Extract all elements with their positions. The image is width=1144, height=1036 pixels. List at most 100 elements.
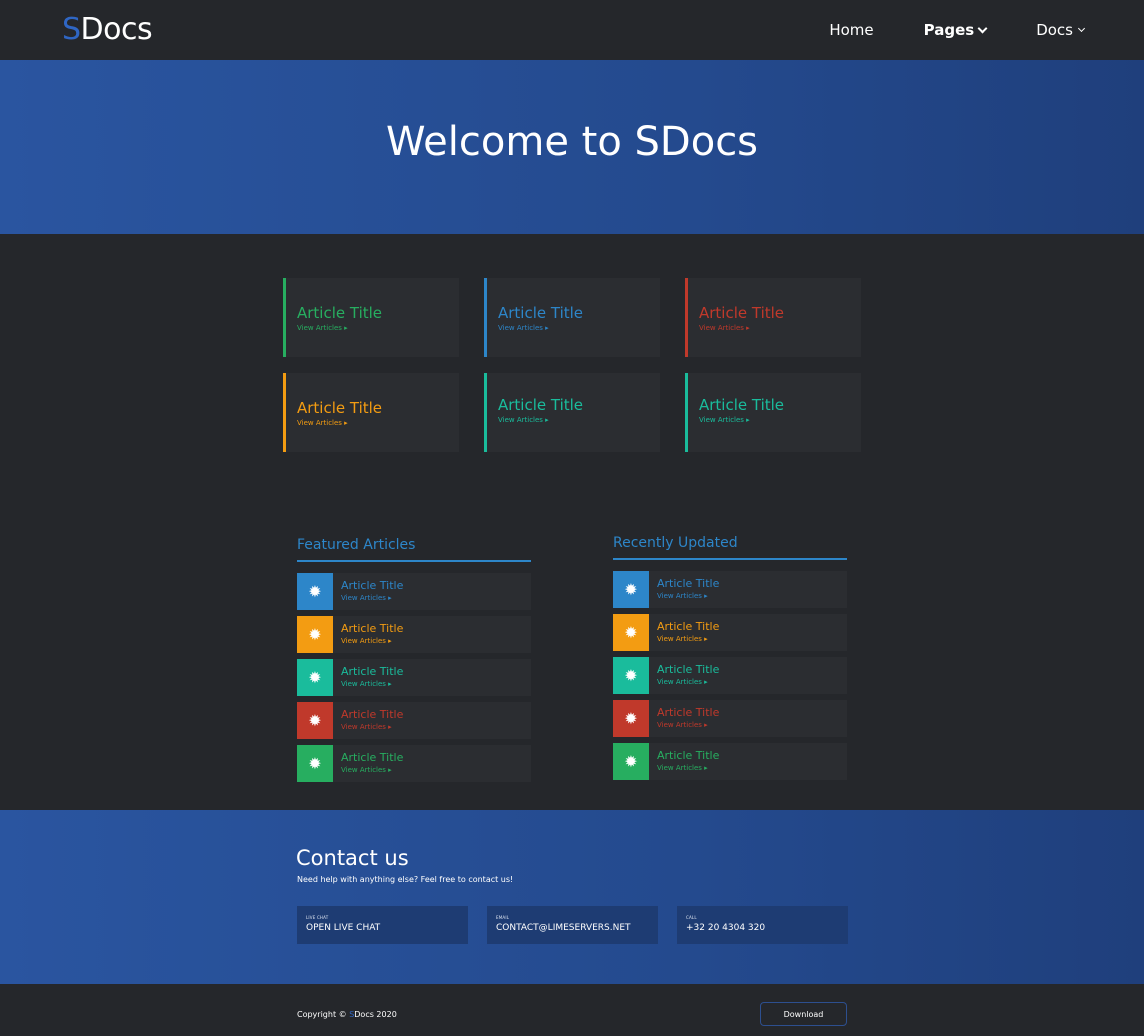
list-item[interactable]: ✹ Article Title View Articles ▸ xyxy=(297,573,531,610)
category-card[interactable]: Article Title View Articles ▸ xyxy=(685,278,861,357)
list-item-link[interactable]: View Articles ▸ xyxy=(657,721,708,729)
category-card-link[interactable]: View Articles ▸ xyxy=(498,324,549,332)
footer: Copyright © SDocs 2020 Download xyxy=(0,984,1144,1036)
list-item-title: Article Title xyxy=(341,622,404,635)
nav-docs-label: Docs xyxy=(1036,21,1073,39)
nav-home[interactable]: Home xyxy=(829,21,873,39)
list-item-title: Article Title xyxy=(341,579,404,592)
live-chat-box[interactable]: LIVE CHAT OPEN LIVE CHAT xyxy=(297,906,468,944)
list-item-title: Article Title xyxy=(657,620,720,633)
call-label: CALL xyxy=(686,915,697,920)
featured-articles: Featured Articles ✹ Article Title View Art… xyxy=(297,537,531,782)
contact-title: Contact us xyxy=(296,846,409,870)
gear-icon: ✹ xyxy=(308,624,322,644)
category-card[interactable]: Article Title View Articles ▸ xyxy=(283,278,459,357)
gear-icon-tile: ✹ xyxy=(613,657,649,694)
category-card-title: Article Title xyxy=(297,304,383,322)
category-card-link[interactable]: View Articles ▸ xyxy=(498,416,549,424)
list-item[interactable]: ✹ Article Title View Articles ▸ xyxy=(613,614,847,651)
category-card-title: Article Title xyxy=(498,396,584,414)
call-value: +32 20 4304 320 xyxy=(686,923,766,933)
list-item[interactable]: ✹ Article Title View Articles ▸ xyxy=(297,659,531,696)
recently-updated: Recently Updated ✹ Article Title View Arti… xyxy=(613,535,847,780)
gear-icon: ✹ xyxy=(624,579,638,599)
gear-icon-tile: ✹ xyxy=(297,659,333,696)
list-item-title: Article Title xyxy=(657,749,720,762)
logo-s: S xyxy=(62,12,81,47)
gear-icon: ✹ xyxy=(308,667,322,687)
category-card[interactable]: Article Title View Articles ▸ xyxy=(484,373,660,452)
gear-icon: ✹ xyxy=(624,622,638,642)
top-navbar: SDocs Home Pages Docs xyxy=(0,0,1144,60)
list-item-title: Article Title xyxy=(657,706,720,719)
list-item-title: Article Title xyxy=(341,665,404,678)
list-item[interactable]: ✹ Article Title View Articles ▸ xyxy=(613,571,847,608)
list-item[interactable]: ✹ Article Title View Articles ▸ xyxy=(613,700,847,737)
gear-icon: ✹ xyxy=(308,581,322,601)
list-item[interactable]: ✹ Article Title View Articles ▸ xyxy=(297,745,531,782)
email-value: CONTACT@LIMESERVERS.NET xyxy=(496,923,631,933)
download-button[interactable]: Download xyxy=(760,1002,847,1026)
category-grid: Article Title View Articles ▸ Article Ti… xyxy=(0,234,1144,507)
nav-docs-dropdown[interactable]: Docs xyxy=(1036,21,1086,39)
gear-icon-tile: ✹ xyxy=(613,571,649,608)
list-item-link[interactable]: View Articles ▸ xyxy=(341,680,392,688)
chevron-down-icon xyxy=(977,23,988,33)
category-card-link[interactable]: View Articles ▸ xyxy=(699,324,750,332)
live-chat-label: LIVE CHAT xyxy=(306,915,329,920)
nav-pages-label: Pages xyxy=(923,21,975,39)
nav-links: Home Pages Docs xyxy=(779,0,1086,60)
gear-icon: ✹ xyxy=(624,665,638,685)
gear-icon-tile: ✹ xyxy=(613,743,649,780)
gear-icon-tile: ✹ xyxy=(297,616,333,653)
featured-articles-title: Featured Articles xyxy=(297,537,531,562)
category-card-title: Article Title xyxy=(297,399,383,417)
list-item[interactable]: ✹ Article Title View Articles ▸ xyxy=(297,702,531,739)
list-item[interactable]: ✹ Article Title View Articles ▸ xyxy=(297,616,531,653)
gear-icon: ✹ xyxy=(624,708,638,728)
category-card[interactable]: Article Title View Articles ▸ xyxy=(484,278,660,357)
list-item-link[interactable]: View Articles ▸ xyxy=(341,594,392,602)
category-card[interactable]: Article Title View Articles ▸ xyxy=(685,373,861,452)
email-label: EMAIL xyxy=(496,915,510,920)
hero-banner: Welcome to SDocs xyxy=(0,60,1144,234)
hero-title: Welcome to SDocs xyxy=(385,119,759,165)
category-card-title: Article Title xyxy=(498,304,584,322)
gear-icon: ✹ xyxy=(308,753,322,773)
logo[interactable]: SDocs xyxy=(62,12,153,48)
category-card-link[interactable]: View Articles ▸ xyxy=(297,324,348,332)
list-item-title: Article Title xyxy=(341,751,404,764)
gear-icon-tile: ✹ xyxy=(613,700,649,737)
list-item-link[interactable]: View Articles ▸ xyxy=(657,592,708,600)
list-item-title: Article Title xyxy=(657,577,720,590)
recently-updated-title: Recently Updated xyxy=(613,535,847,560)
list-item[interactable]: ✹ Article Title View Articles ▸ xyxy=(613,657,847,694)
article-lists: Featured Articles ✹ Article Title View Art… xyxy=(0,507,1144,810)
category-card-link[interactable]: View Articles ▸ xyxy=(699,416,750,424)
copyright: Copyright © SDocs 2020 xyxy=(297,1010,397,1019)
list-item-link[interactable]: View Articles ▸ xyxy=(657,678,708,686)
contact-section: Contact us Need help with anything else?… xyxy=(0,810,1144,984)
list-item-link[interactable]: View Articles ▸ xyxy=(657,635,708,643)
gear-icon: ✹ xyxy=(624,751,638,771)
call-box[interactable]: CALL +32 20 4304 320 xyxy=(677,906,848,944)
list-item-link[interactable]: View Articles ▸ xyxy=(341,723,392,731)
list-item-link[interactable]: View Articles ▸ xyxy=(341,766,392,774)
gear-icon-tile: ✹ xyxy=(297,573,333,610)
copyright-prefix: Copyright © xyxy=(297,1010,350,1019)
category-card[interactable]: Article Title View Articles ▸ xyxy=(283,373,459,452)
list-item-link[interactable]: View Articles ▸ xyxy=(341,637,392,645)
live-chat-value: OPEN LIVE CHAT xyxy=(306,923,381,933)
category-card-title: Article Title xyxy=(699,304,785,322)
logo-text: Docs xyxy=(80,12,153,47)
category-card-title: Article Title xyxy=(699,396,785,414)
nav-pages-dropdown[interactable]: Pages xyxy=(923,21,988,39)
gear-icon: ✹ xyxy=(308,710,322,730)
gear-icon-tile: ✹ xyxy=(297,745,333,782)
category-card-link[interactable]: View Articles ▸ xyxy=(297,419,348,427)
list-item-link[interactable]: View Articles ▸ xyxy=(657,764,708,772)
list-item[interactable]: ✹ Article Title View Articles ▸ xyxy=(613,743,847,780)
email-box[interactable]: EMAIL CONTACT@LIMESERVERS.NET xyxy=(487,906,658,944)
gear-icon-tile: ✹ xyxy=(297,702,333,739)
contact-subtitle: Need help with anything else? Feel free … xyxy=(297,875,514,884)
